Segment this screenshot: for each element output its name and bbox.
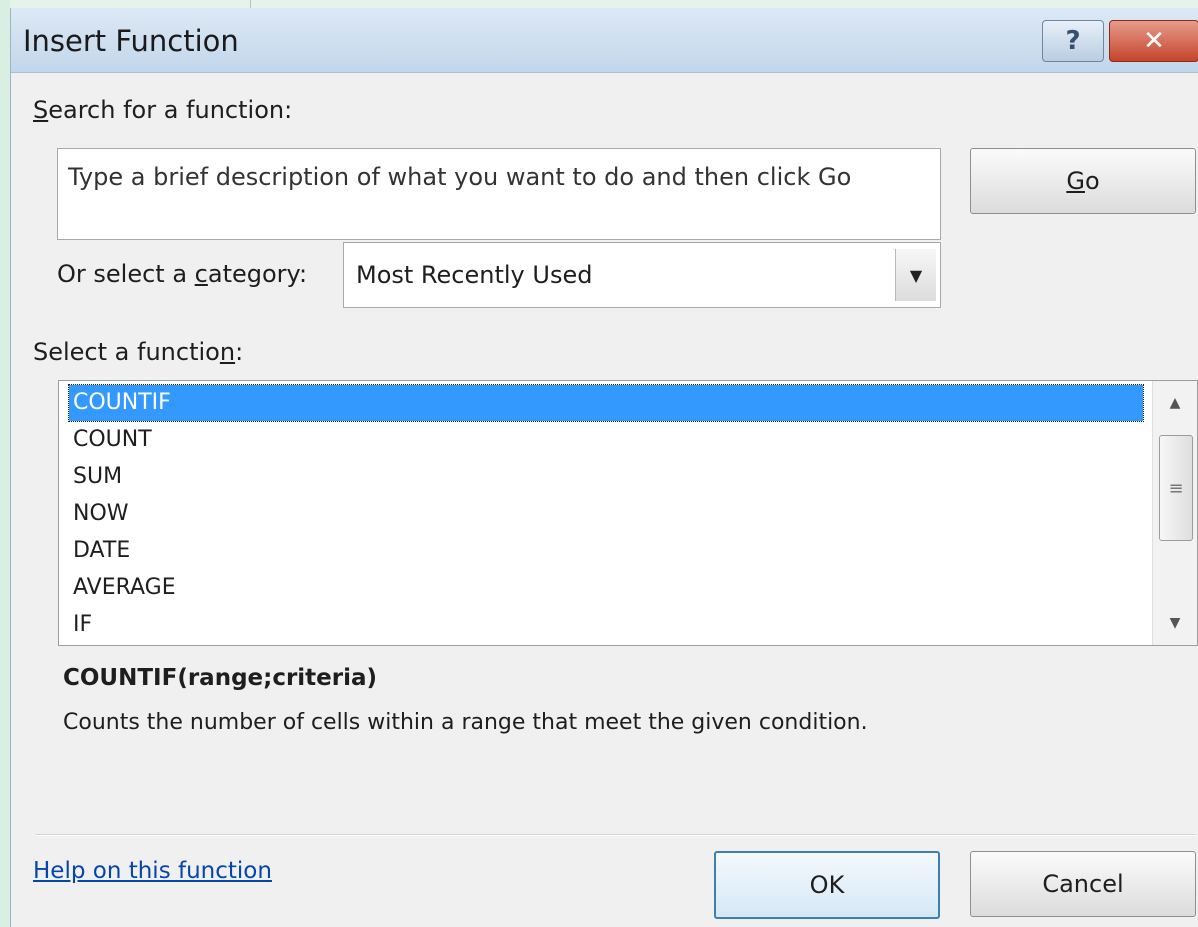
search-input-text: Type a brief description of what you wan… xyxy=(68,163,852,191)
go-button[interactable]: Go xyxy=(970,148,1196,214)
scroll-down-button[interactable]: ▼ xyxy=(1153,601,1197,645)
category-selected-value: Most Recently Used xyxy=(356,261,593,289)
chevron-down-icon: ▼ xyxy=(909,265,923,285)
dialog-title: Insert Function xyxy=(23,24,239,58)
search-label-accel: S xyxy=(33,96,49,124)
function-item-sum[interactable]: SUM xyxy=(69,459,1143,495)
category-label-pre: Or select a xyxy=(57,260,195,288)
background-divider xyxy=(250,0,251,8)
function-item-count[interactable]: COUNT xyxy=(69,422,1143,458)
function-item-if[interactable]: IF xyxy=(69,607,1143,643)
vertical-scrollbar[interactable]: ▲ ≡ ▼ xyxy=(1152,381,1197,645)
function-list-label-post: : xyxy=(235,338,244,366)
function-item-now[interactable]: NOW xyxy=(69,496,1143,532)
close-icon: ✕ xyxy=(1143,26,1165,56)
go-button-text: o xyxy=(1084,167,1100,195)
function-list-label: Select a function: xyxy=(33,338,243,366)
help-button[interactable]: ? xyxy=(1042,20,1104,62)
function-item-average[interactable]: AVERAGE xyxy=(69,570,1143,606)
title-bar: Insert Function ? ✕ xyxy=(11,8,1198,73)
function-list-label-accel: n xyxy=(219,338,236,366)
footer-divider xyxy=(35,834,1195,835)
cancel-button[interactable]: Cancel xyxy=(970,851,1196,917)
category-select[interactable]: Most Recently Used ▼ xyxy=(343,242,941,308)
search-input[interactable]: Type a brief description of what you wan… xyxy=(57,148,941,240)
close-button[interactable]: ✕ xyxy=(1109,20,1198,62)
category-label-post: ategory: xyxy=(207,260,308,288)
question-mark-icon: ? xyxy=(1065,26,1081,56)
scroll-thumb[interactable]: ≡ xyxy=(1159,435,1193,541)
search-label: Search for a function: xyxy=(33,96,292,124)
function-item-countif[interactable]: COUNTIF xyxy=(68,384,1144,422)
search-label-text: earch for a function: xyxy=(48,96,293,124)
insert-function-dialog: Insert Function ? ✕ Search for a functio… xyxy=(10,8,1198,927)
scroll-up-button[interactable]: ▲ xyxy=(1153,381,1197,425)
scroll-down-icon: ▼ xyxy=(1169,615,1181,631)
category-label: Or select a category: xyxy=(57,260,307,288)
function-syntax: COUNTIF(range;criteria) xyxy=(63,665,378,691)
function-list-label-pre: Select a functio xyxy=(33,338,220,366)
function-listbox[interactable]: COUNTIF COUNT SUM NOW DATE AVERAGE IF ▲ … xyxy=(58,380,1198,646)
ok-button[interactable]: OK xyxy=(714,851,940,919)
background-window-top xyxy=(10,0,1198,8)
function-item-date[interactable]: DATE xyxy=(69,533,1143,569)
go-button-accel: G xyxy=(1066,167,1085,195)
help-on-function-link[interactable]: Help on this function xyxy=(33,858,272,884)
scroll-up-icon: ▲ xyxy=(1169,395,1181,411)
category-label-accel: c xyxy=(194,260,208,288)
dropdown-button[interactable]: ▼ xyxy=(895,249,936,301)
function-description: Counts the number of cells within a rang… xyxy=(63,710,868,735)
grip-icon: ≡ xyxy=(1168,477,1184,499)
